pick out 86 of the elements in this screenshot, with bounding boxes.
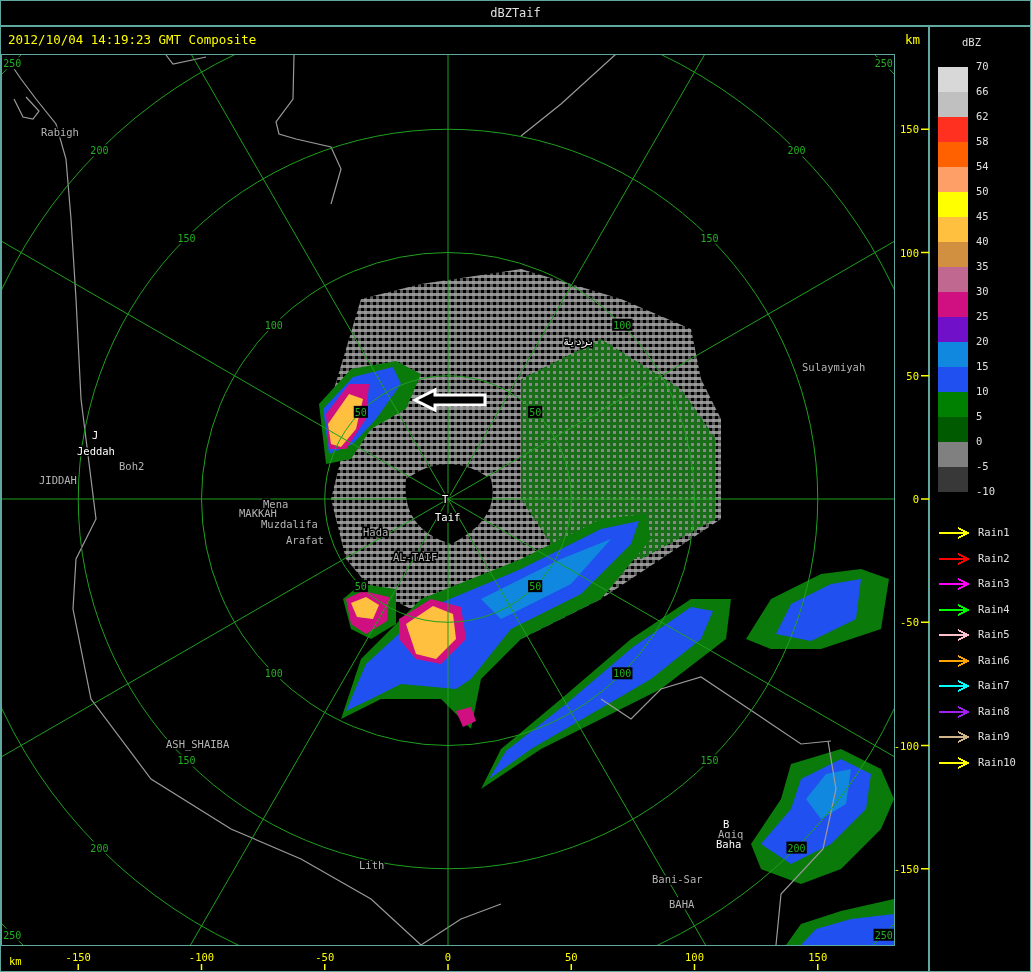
place-label: Muzdalifa [261, 518, 318, 530]
legend-label: 58 [976, 135, 989, 148]
legend-label: Rain2 [978, 550, 1010, 566]
legend-label: Rain10 [978, 754, 1016, 770]
place-label: JIDDAH [39, 474, 77, 486]
ring-label: 100 [263, 318, 284, 331]
echo-area [351, 597, 379, 619]
place-label: بردية [563, 335, 595, 347]
legend-label: -10 [976, 485, 995, 498]
place-label: Taif [435, 511, 461, 523]
axis-tick-label: 100 [685, 951, 704, 971]
timestamp: 2012/10/04 14:19:23 GMT Composite [8, 31, 257, 50]
axis-tick-label: -150 [893, 862, 930, 875]
axis-unit: km [9, 955, 22, 967]
axis-tick-label: 50 [564, 951, 578, 971]
legend-label: 62 [976, 110, 989, 123]
place-label: Hada [363, 526, 389, 538]
axis-tick-label: 0 [912, 493, 930, 505]
ring-label: 150 [699, 231, 720, 244]
legend-label: 15 [976, 360, 989, 373]
axis-tick-label: -50 [900, 616, 930, 629]
legend-label: Rain8 [978, 703, 1010, 719]
legend-label: 25 [976, 310, 989, 323]
axis-tick-label: 150 [808, 951, 828, 971]
axis-tick-label: -100 [188, 951, 215, 971]
place-label: Jeddah [77, 445, 115, 457]
ring-label: 150 [176, 231, 197, 244]
axis-tick-label: 150 [900, 123, 930, 136]
axis-tick-label: 50 [906, 369, 930, 382]
place-label: Bani-Sar [652, 873, 703, 885]
place-label: Boh2 [119, 460, 145, 472]
axis-tick-label: -150 [65, 951, 91, 971]
legend-label: 54 [976, 160, 989, 173]
place-label: Sulaymiyah [802, 361, 866, 373]
place-label: B [723, 818, 730, 830]
legend-label: Rain9 [978, 729, 1010, 745]
place-label: Arafat [286, 534, 324, 546]
legend-label: 5 [976, 410, 983, 423]
ring-label: 150 [176, 754, 197, 767]
legend-label: Rain1 [978, 525, 1010, 541]
place-label: BAHA [669, 898, 695, 910]
ring-label: 200 [89, 841, 110, 854]
legend-label: 30 [976, 285, 989, 298]
place-label: Aqiq [718, 828, 744, 840]
legend-label: Rain7 [978, 678, 1010, 694]
legend-label: 66 [976, 85, 989, 98]
axis-tick-label: -50 [315, 951, 335, 971]
legend-label: Rain6 [978, 652, 1010, 668]
legend-title: dBZ [962, 35, 981, 50]
ring-label: 50 [528, 580, 543, 593]
ring-label: 250 [2, 57, 23, 70]
echo-area [456, 707, 476, 727]
place-label: Lith [359, 859, 385, 871]
ring-label: 200 [786, 144, 807, 157]
ring-label: 250 [2, 928, 23, 941]
legend-label: 45 [976, 210, 989, 223]
axis-tick-label: -100 [893, 739, 930, 752]
place-label: Rabigh [41, 126, 79, 138]
ring-label: 150 [699, 754, 720, 767]
legend-label: 10 [976, 385, 989, 398]
legend-label: -5 [976, 460, 989, 473]
legend-label: 50 [976, 185, 989, 198]
legend-label: 40 [976, 235, 989, 248]
ring-label: 100 [263, 667, 284, 680]
axis-tick-label: 100 [900, 246, 930, 259]
place-label: J [92, 429, 99, 441]
legend-label: Rain3 [978, 576, 1010, 592]
ring-label: 50 [353, 580, 368, 593]
ring-label: 200 [89, 144, 110, 157]
ring-label: 100 [612, 667, 633, 680]
legend-label: Rain4 [978, 601, 1010, 617]
place-label: Mena [263, 498, 289, 510]
echo-area [806, 769, 851, 819]
ring-label: 250 [873, 57, 894, 70]
place-label: T [442, 493, 449, 505]
window-title: dBZTaif [490, 5, 541, 22]
legend-label: Rain5 [978, 627, 1010, 643]
unit-label: km [904, 31, 920, 50]
legend-label: 0 [976, 435, 983, 448]
legend-label: 70 [976, 60, 989, 73]
legend-label: 35 [976, 260, 989, 273]
place-label: MAKKAH [239, 507, 277, 519]
legend-label: 20 [976, 335, 989, 348]
place-label: ASH_SHAIBA [166, 738, 230, 750]
echo-area [406, 606, 456, 659]
axis-tick-label: 0 [444, 951, 452, 971]
